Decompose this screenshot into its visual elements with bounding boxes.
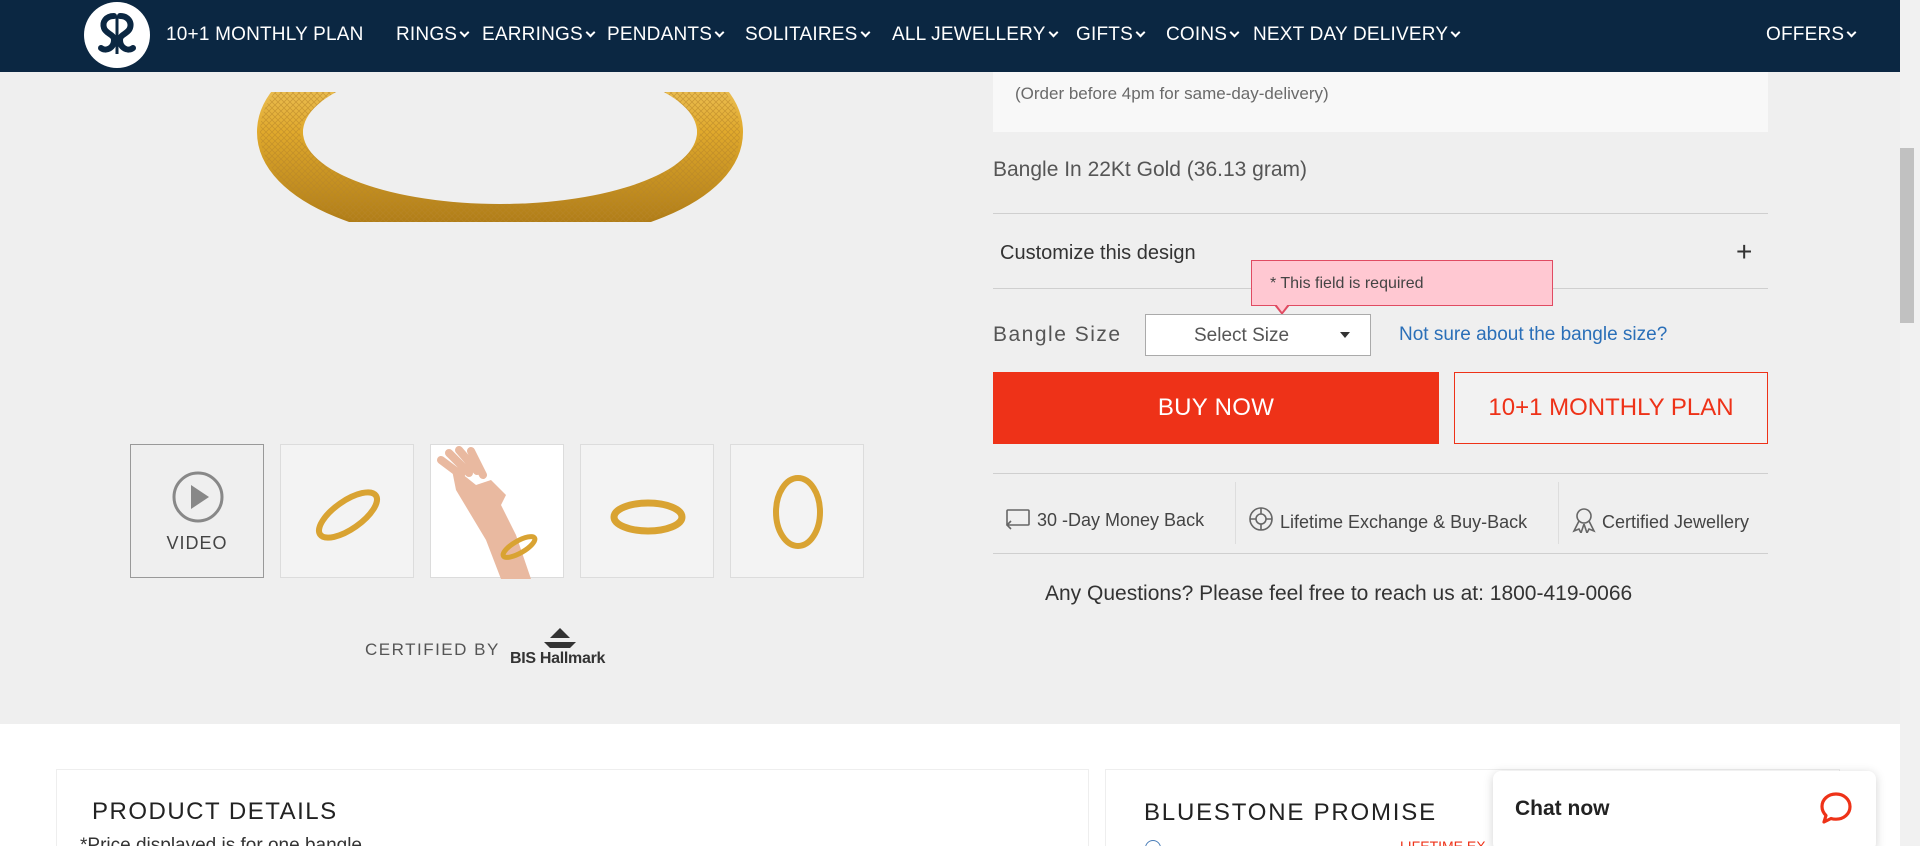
nav-item-offers[interactable]: OFFERS — [1766, 24, 1857, 46]
chevron-down-icon — [860, 27, 870, 38]
feature-separator — [1235, 482, 1236, 544]
feature-separator — [1558, 482, 1559, 544]
nav-item-solitaires[interactable]: SOLITAIRES — [745, 24, 870, 46]
nav-item-pendants[interactable]: PENDANTS — [607, 24, 725, 46]
bluestone-logo[interactable] — [84, 2, 150, 68]
chevron-down-icon — [1135, 27, 1146, 38]
feature-certified-jewellery: Certified Jewellery — [1570, 502, 1749, 536]
video-label: VIDEO — [166, 533, 228, 553]
caret-down-icon — [1340, 332, 1350, 338]
validation-tooltip: * This field is required — [1251, 260, 1553, 306]
chevron-down-icon — [714, 27, 725, 38]
contact-questions: Any Questions? Please feel free to reach… — [1045, 582, 1633, 605]
price-note: *Price displayed is for one bangle — [80, 835, 363, 846]
chat-bubble-icon — [1820, 792, 1852, 824]
nav-item-all-jewellery[interactable]: ALL JEWELLERY — [892, 24, 1059, 46]
chevron-down-icon — [1229, 27, 1240, 38]
thumbnail-video[interactable]: VIDEO — [130, 444, 264, 578]
chat-widget[interactable]: Chat now — [1493, 771, 1876, 846]
bangle-size-label: Bangle Size — [993, 323, 1122, 346]
chevron-down-icon — [459, 27, 470, 38]
plus-icon[interactable]: + — [1736, 238, 1752, 266]
nav-item-rings[interactable]: RINGS — [396, 24, 470, 46]
chevron-down-icon — [1450, 27, 1461, 38]
bangle-size-select[interactable]: Select Size — [1145, 314, 1371, 356]
validation-message: * This field is required — [1270, 275, 1424, 292]
divider — [993, 473, 1768, 474]
chevron-down-icon — [585, 27, 596, 38]
size-select-value: Select Size — [1194, 325, 1290, 346]
thumbnail-bangle-flat[interactable] — [580, 444, 714, 578]
buy-now-button[interactable]: BUY NOW — [993, 372, 1439, 444]
logo-mark-icon — [98, 13, 136, 54]
exchange-icon — [1249, 507, 1273, 531]
bangle-size-help-link[interactable]: Not sure about the bangle size? — [1399, 324, 1667, 346]
nav-item-monthly-plan[interactable]: 10+1 MONTHLY PLAN — [166, 24, 364, 46]
monthly-plan-button[interactable]: 10+1 MONTHLY PLAN — [1454, 372, 1768, 444]
feature-lifetime-exchange: Lifetime Exchange & Buy-Back — [1248, 502, 1527, 533]
same-day-delivery-note: (Order before 4pm for same-day-delivery) — [1015, 84, 1329, 103]
bluestone-promise-title: BLUESTONE PROMISE — [1144, 799, 1437, 826]
thumbnail-bangle-side[interactable] — [730, 444, 864, 578]
product-details-title: PRODUCT DETAILS — [92, 798, 338, 825]
divider — [993, 553, 1768, 554]
chevron-down-icon — [1048, 27, 1059, 38]
bis-hallmark-text: BIS Hallmark — [510, 650, 606, 667]
tooltip-arrow-inner — [1276, 304, 1288, 312]
chevron-down-icon — [1846, 27, 1857, 38]
nav-item-earrings[interactable]: EARRINGS — [482, 24, 596, 46]
product-title: Bangle In 22Kt Gold (36.13 gram) — [993, 158, 1308, 181]
nav-item-gifts[interactable]: GIFTS — [1076, 24, 1146, 46]
play-icon — [172, 471, 224, 523]
promise-item-label: LIFETIME EX — [1400, 838, 1486, 846]
chat-now-label: Chat now — [1515, 797, 1610, 820]
thumbnail-bangle-on-wrist[interactable] — [430, 444, 564, 579]
nav-item-coins[interactable]: COINS — [1166, 24, 1240, 46]
main-product-image[interactable] — [230, 72, 770, 222]
divider — [993, 213, 1768, 214]
page-scrollbar-track[interactable] — [1900, 0, 1920, 846]
customize-design-toggle[interactable]: Customize this design — [1000, 242, 1196, 265]
thumbnail-bangle-angle[interactable] — [280, 444, 414, 578]
money-back-icon — [1005, 509, 1030, 530]
contact-phone-link[interactable]: 1800-419-0066 — [1490, 582, 1632, 605]
feature-money-back: 30 -Day Money Back — [1005, 502, 1204, 531]
certified-icon — [1572, 508, 1596, 536]
nav-item-next-day-delivery[interactable]: NEXT DAY DELIVERY — [1253, 24, 1461, 46]
certified-by-label: CERTIFIED BY — [365, 640, 500, 659]
